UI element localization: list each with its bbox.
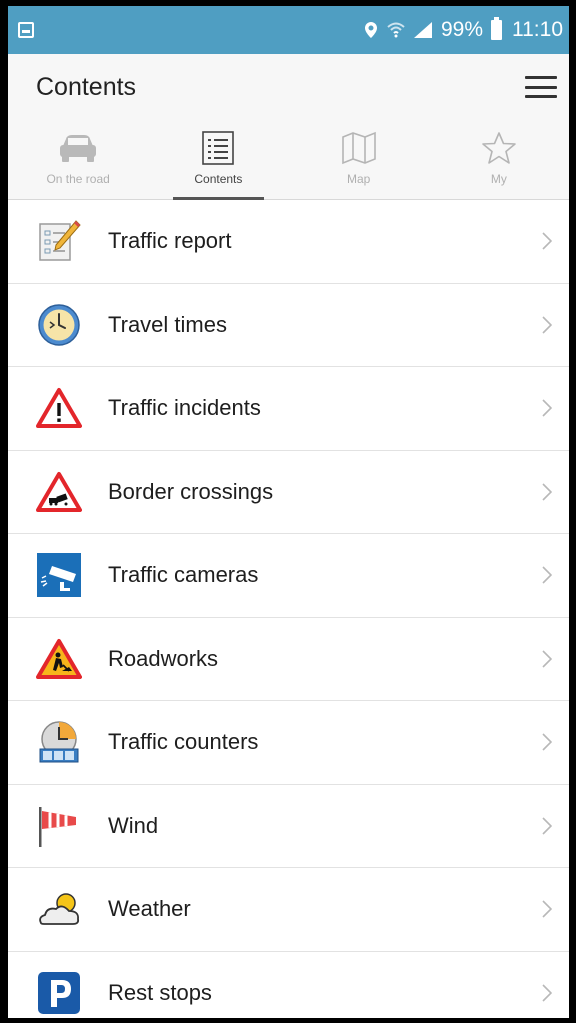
- location-icon: [364, 22, 377, 38]
- list-icon: [202, 131, 235, 165]
- list-item-label: Weather: [108, 896, 191, 922]
- list-item-border-crossings[interactable]: Border crossings: [8, 451, 569, 534]
- clock-time: 11:10: [512, 18, 563, 41]
- weather-icon: [39, 893, 80, 926]
- list-item-roadworks[interactable]: Roadworks: [8, 618, 569, 701]
- hamburger-menu-icon[interactable]: [525, 76, 557, 98]
- tab-my[interactable]: My: [429, 120, 569, 199]
- list-item-label: Rest stops: [108, 979, 212, 1005]
- chevron-right-icon: [539, 480, 555, 504]
- chevron-right-icon: [539, 730, 555, 754]
- contents-list: Traffic report Travel times Traffic inci…: [8, 200, 569, 1018]
- chevron-right-icon: [539, 313, 555, 337]
- list-item-rest-stops[interactable]: Rest stops: [8, 952, 569, 1019]
- tab-label: Map: [346, 172, 371, 186]
- app-header: Contents: [8, 54, 569, 120]
- chevron-right-icon: [539, 981, 555, 1005]
- warning-icon: [36, 388, 82, 429]
- list-item-label: Traffic report: [108, 228, 232, 254]
- report-pencil-icon: [39, 220, 81, 261]
- tab-contents[interactable]: Contents: [148, 120, 288, 200]
- chevron-right-icon: [539, 563, 555, 587]
- list-item-label: Travel times: [108, 311, 227, 337]
- app-frame: 99% 11:10 Contents On the road Contents …: [8, 6, 569, 1018]
- tab-label: On the road: [46, 172, 110, 186]
- wifi-icon: [387, 22, 405, 38]
- tab-map[interactable]: Map: [289, 120, 429, 199]
- parking-icon: [38, 971, 80, 1014]
- list-item-traffic-cameras[interactable]: Traffic cameras: [8, 534, 569, 618]
- list-item-label: Traffic cameras: [108, 562, 259, 588]
- star-icon: [482, 132, 516, 164]
- list-item-label: Roadworks: [108, 645, 219, 671]
- status-bar: 99% 11:10: [8, 6, 569, 54]
- page-title: Contents: [36, 72, 137, 101]
- list-item-wind[interactable]: Wind: [8, 785, 569, 868]
- camera-icon: [37, 553, 81, 598]
- chevron-right-icon: [539, 396, 555, 420]
- tab-label: Contents: [194, 172, 243, 186]
- list-item-traffic-report[interactable]: Traffic report: [8, 200, 569, 284]
- list-item-weather[interactable]: Weather: [8, 868, 569, 952]
- chevron-right-icon: [539, 897, 555, 921]
- counter-icon: [39, 721, 79, 763]
- list-item-label: Wind: [108, 812, 159, 838]
- chevron-right-icon: [539, 814, 555, 838]
- windsock-icon: [39, 806, 76, 847]
- chevron-right-icon: [539, 647, 555, 671]
- clock-icon: [38, 304, 80, 346]
- list-item-travel-times[interactable]: Travel times: [8, 284, 569, 367]
- image-icon: [18, 22, 34, 38]
- tab-on-the-road[interactable]: On the road: [8, 120, 148, 199]
- roadworks-icon: [36, 638, 82, 679]
- map-icon: [341, 131, 376, 165]
- list-item-traffic-incidents[interactable]: Traffic incidents: [8, 367, 569, 451]
- list-item-label: Traffic incidents: [108, 395, 261, 421]
- queue-warning-icon: [36, 471, 82, 512]
- chevron-right-icon: [539, 229, 555, 253]
- list-item-label: Traffic counters: [108, 729, 259, 755]
- signal-icon: [413, 22, 432, 38]
- tab-label: My: [490, 172, 507, 186]
- tab-bar: On the road Contents Map My: [8, 120, 569, 200]
- list-item-traffic-counters[interactable]: Traffic counters: [8, 701, 569, 785]
- battery-icon: [491, 17, 502, 40]
- battery-percent: 99%: [440, 18, 483, 41]
- car-icon: [60, 135, 97, 162]
- list-item-label: Border crossings: [108, 478, 274, 504]
